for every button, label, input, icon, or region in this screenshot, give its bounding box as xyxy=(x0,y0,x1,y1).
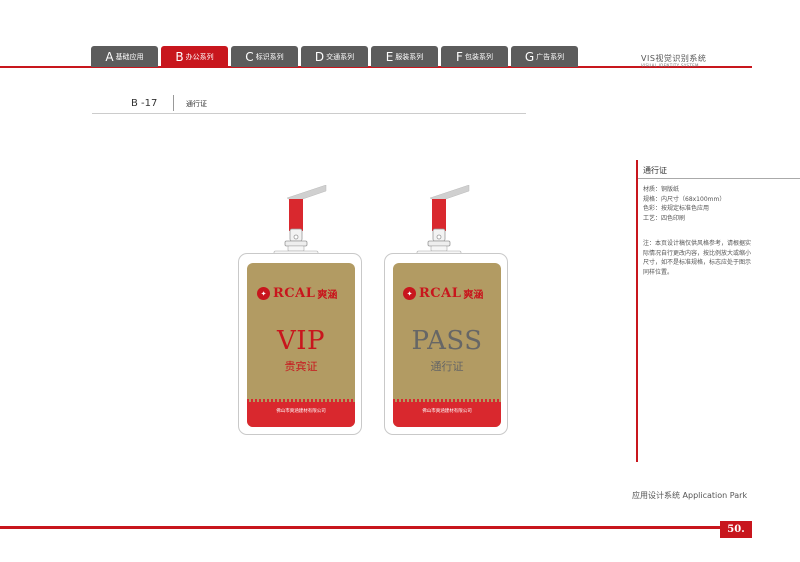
tab-label: 办公系列 xyxy=(185,52,214,61)
tab-e[interactable]: E 服装系列 xyxy=(371,46,438,67)
tab-letter: G xyxy=(524,49,535,64)
tab-b[interactable]: B 办公系列 xyxy=(161,46,228,67)
brand-name: RCAL xyxy=(419,286,462,301)
system-subtitle: VISUAL IDENTITY SYSTEM xyxy=(641,63,699,68)
brand-name: RCAL xyxy=(273,286,316,301)
badge-insert: ✦ RCAL 爽涵 VIP 贵宾证 佛山市爽涵建材有限公司 xyxy=(247,263,355,427)
tab-letter: A xyxy=(105,49,114,64)
tab-label: 服装系列 xyxy=(395,52,424,61)
tab-label: 包装系列 xyxy=(464,52,493,61)
section-tabs: A 基础应用 B 办公系列 C 标识系列 D 交通系列 E 服装系列 F 包装系列 G 广告系… xyxy=(91,46,578,67)
tab-label: 交通系列 xyxy=(326,52,355,61)
tab-letter: C xyxy=(245,49,254,64)
tab-d[interactable]: D 交通系列 xyxy=(301,46,368,67)
badge-card: ✦ RCAL 爽涵 PASS 通行证 佛山市爽涵建材有限公司 xyxy=(384,253,508,435)
company-name: 佛山市爽涵建材有限公司 xyxy=(422,409,472,414)
badge-insert: ✦ RCAL 爽涵 PASS 通行证 佛山市爽涵建材有限公司 xyxy=(393,263,501,427)
page-number: 50. xyxy=(720,521,752,538)
tab-letter: E xyxy=(385,49,394,64)
tab-label: 广告系列 xyxy=(536,52,565,61)
info-accent-bar xyxy=(636,160,638,462)
tab-g[interactable]: G 广告系列 xyxy=(511,46,578,67)
info-note: 注：本页设计稿仅供风格参考，请根据实际情况自行更改内容，按比例放大或缩小尺寸，如… xyxy=(643,240,752,276)
footer-text: 应用设计系统 Application Park xyxy=(632,491,748,500)
tab-c[interactable]: C 标识系列 xyxy=(231,46,298,67)
spec-line: 色彩：按规定标准色应用 xyxy=(643,205,710,212)
logo-icon: ✦ xyxy=(257,287,270,300)
tab-letter: F xyxy=(456,49,463,64)
brand-name-cn: 爽涵 xyxy=(317,290,338,301)
tab-letter: B xyxy=(175,49,184,64)
info-title: 通行证 xyxy=(643,166,667,175)
pass-badge: ✦ RCAL 爽涵 PASS 通行证 佛山市爽涵建材有限公司 xyxy=(384,185,508,435)
badge-sub-text: 贵宾证 xyxy=(284,360,318,373)
tab-letter: D xyxy=(314,49,325,64)
badge-card: ✦ RCAL 爽涵 VIP 贵宾证 佛山市爽涵建材有限公司 xyxy=(238,253,362,435)
spec-line: 规格：内尺寸（68x100mm） xyxy=(643,195,726,203)
tab-a[interactable]: A 基础应用 xyxy=(91,46,158,67)
divider xyxy=(173,95,174,111)
tab-label: 基础应用 xyxy=(115,52,144,61)
page-code: B -17 xyxy=(131,98,158,109)
brand-logo: ✦ RCAL 爽涵 xyxy=(403,286,483,301)
company-name: 佛山市爽涵建材有限公司 xyxy=(276,409,326,414)
tab-f[interactable]: F 包装系列 xyxy=(441,46,508,67)
footer-rule xyxy=(0,526,752,529)
badge-main-text: PASS xyxy=(411,326,483,356)
info-specs: 材质：铜版纸 规格：内尺寸（68x100mm） 色彩：按规定标准色应用 工艺：四… xyxy=(643,185,725,223)
badge-footer-band: 佛山市爽涵建材有限公司 xyxy=(247,399,355,427)
spec-line: 工艺：四色印刷 xyxy=(643,214,686,222)
divider xyxy=(638,178,800,179)
badge-footer-band: 佛山市爽涵建材有限公司 xyxy=(393,399,501,427)
brand-name-cn: 爽涵 xyxy=(463,290,484,301)
logo-icon: ✦ xyxy=(403,287,416,300)
vip-badge: ✦ RCAL 爽涵 VIP 贵宾证 佛山市爽涵建材有限公司 xyxy=(238,185,362,435)
divider xyxy=(92,113,526,114)
tab-label: 标识系列 xyxy=(255,52,284,61)
badge-main-text: VIP xyxy=(276,326,326,356)
page-title: 通行证 xyxy=(186,100,207,108)
spec-line: 材质：铜版纸 xyxy=(643,186,680,193)
brand-logo: ✦ RCAL 爽涵 xyxy=(257,286,337,301)
badge-sub-text: 通行证 xyxy=(430,360,464,373)
